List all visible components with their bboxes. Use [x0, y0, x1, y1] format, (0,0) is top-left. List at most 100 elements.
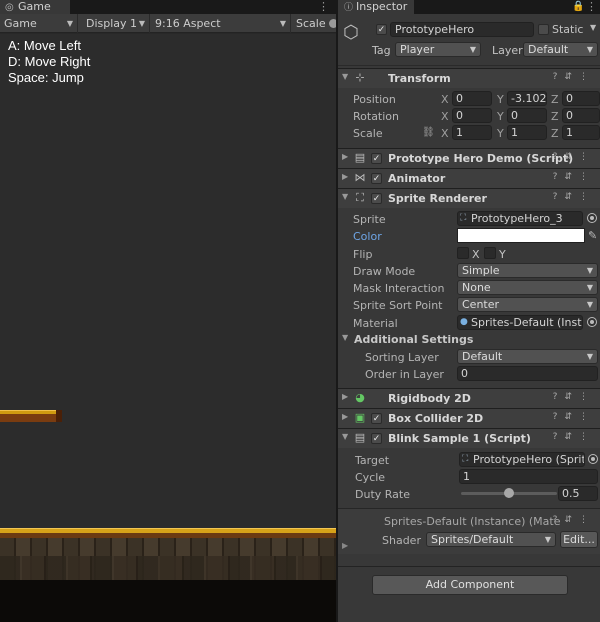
order-in-layer-label: Order in Layer: [365, 368, 444, 381]
sprite-renderer-enabled-checkbox[interactable]: ✓: [371, 193, 382, 204]
chevron-down-icon: ▼: [586, 266, 593, 275]
axis-y-label: Y: [497, 93, 504, 106]
foldout-closed-icon[interactable]: ▶: [342, 412, 348, 421]
static-checkbox[interactable]: [538, 24, 549, 35]
color-swatch[interactable]: [457, 228, 585, 243]
shader-dropdown[interactable]: Sprites/Default ▼: [426, 532, 556, 547]
foldout-open-icon[interactable]: ▼: [342, 432, 348, 441]
tab-inspector[interactable]: ⓘ Inspector: [338, 0, 414, 14]
component-header-icons[interactable]: ?⇵⋮: [553, 515, 595, 525]
object-picker-icon[interactable]: [587, 317, 597, 327]
chevron-down-icon: ▼: [469, 45, 476, 54]
object-picker-icon[interactable]: [587, 213, 597, 223]
scale-label: Scale: [296, 17, 326, 30]
rotation-x-field[interactable]: 0: [452, 108, 492, 123]
axis-x-label: X: [441, 127, 449, 140]
component-header-icons[interactable]: ?⇵⋮: [553, 72, 595, 82]
instructions-text: A: Move Left D: Move Right Space: Jump: [8, 38, 90, 86]
scale-label: Scale: [353, 127, 383, 140]
view-mode-dropdown[interactable]: Game ▼: [0, 14, 78, 33]
game-viewport[interactable]: A: Move Left D: Move Right Space: Jump: [0, 34, 336, 622]
shader-edit-button[interactable]: Edit...: [560, 531, 598, 548]
aspect-value: 9:16 Aspect: [155, 17, 221, 30]
foldout-closed-icon[interactable]: ▶: [342, 172, 348, 181]
component-header-icons[interactable]: ?⇵⋮: [553, 152, 595, 162]
sorting-layer-dropdown[interactable]: Default ▼: [457, 349, 598, 364]
component-header-icons[interactable]: ?⇵⋮: [553, 172, 595, 182]
order-in-layer-field[interactable]: 0: [457, 366, 598, 381]
blink-script-enabled-checkbox[interactable]: ✓: [371, 433, 382, 444]
chevron-down-icon: ▼: [586, 352, 593, 361]
transform-header[interactable]: ▼ ⊹ Transform ?⇵⋮: [338, 68, 600, 88]
active-checkbox[interactable]: ✓: [376, 24, 387, 35]
link-icon[interactable]: ⛓: [422, 127, 435, 138]
animator-enabled-checkbox[interactable]: ✓: [371, 173, 382, 184]
duty-rate-field[interactable]: 0.5: [558, 486, 598, 501]
foldout-open-icon[interactable]: ▼: [342, 72, 348, 81]
flip-x-checkbox[interactable]: [457, 247, 469, 259]
flip-y-checkbox[interactable]: [484, 247, 496, 259]
mask-interaction-dropdown[interactable]: None ▼: [457, 280, 598, 295]
foldout-open-icon[interactable]: ▼: [342, 192, 348, 201]
game-menu-icon[interactable]: ⋮: [318, 0, 329, 14]
rigidbody-title: Rigidbody 2D: [388, 392, 471, 405]
demo-script-header[interactable]: ▶ ▤ ✓ Prototype Hero Demo (Script) ?⇵⋮: [338, 148, 600, 168]
position-y-field[interactable]: -3.102: [507, 91, 547, 106]
duty-rate-slider-knob[interactable]: [504, 488, 514, 498]
sort-point-dropdown[interactable]: Center ▼: [457, 297, 598, 312]
tab-game[interactable]: ◎ Game: [0, 0, 70, 14]
animator-header[interactable]: ▶ ⋈ ✓ Animator ?⇵⋮: [338, 168, 600, 188]
rotation-y-field[interactable]: 0: [507, 108, 547, 123]
object-picker-icon[interactable]: [588, 454, 598, 464]
eyedropper-icon[interactable]: ✎: [588, 229, 597, 242]
shader-label: Shader: [382, 534, 421, 547]
sorting-layer-value: Default: [462, 350, 503, 363]
transform-title: Transform: [388, 72, 451, 85]
foldout-open-icon[interactable]: ▼: [342, 333, 348, 342]
scale-y-field[interactable]: 1: [507, 125, 547, 140]
script-icon: ▤: [354, 431, 366, 444]
rotation-label: Rotation: [353, 110, 400, 123]
tag-dropdown[interactable]: Player ▼: [395, 42, 481, 57]
box-collider-header[interactable]: ▶ ▣ ✓ Box Collider 2D ?⇵⋮: [338, 408, 600, 428]
material-field[interactable]: ● Sprites-Default (Instan: [457, 315, 583, 330]
static-label: Static: [552, 23, 584, 36]
target-field[interactable]: ⛶ PrototypeHero (Sprite R: [459, 452, 585, 467]
cycle-label: Cycle: [355, 471, 386, 484]
draw-mode-dropdown[interactable]: Simple ▼: [457, 263, 598, 278]
sprite-field[interactable]: ⛶ PrototypeHero_3: [457, 211, 583, 226]
component-header-icons[interactable]: ?⇵⋮: [553, 432, 595, 442]
display-dropdown[interactable]: Display 1 ▼: [82, 14, 150, 33]
scale-x-field[interactable]: 1: [452, 125, 492, 140]
component-header-icons[interactable]: ?⇵⋮: [553, 412, 595, 422]
material-preview-icon: [344, 523, 364, 543]
component-header-icons[interactable]: ?⇵⋮: [553, 192, 595, 202]
box-collider-enabled-checkbox[interactable]: ✓: [371, 413, 382, 424]
chevron-down-icon: ▼: [66, 19, 73, 28]
sorting-layer-label: Sorting Layer: [365, 351, 439, 364]
foldout-closed-icon[interactable]: ▶: [342, 541, 348, 550]
blink-script-header[interactable]: ▼ ▤ ✓ Blink Sample 1 (Script) ?⇵⋮: [338, 428, 600, 448]
object-name-field[interactable]: PrototypeHero: [390, 22, 534, 37]
inspector-menu-icon[interactable]: ⋮: [586, 0, 597, 14]
add-component-button[interactable]: Add Component: [372, 575, 568, 595]
foldout-closed-icon[interactable]: ▶: [342, 392, 348, 401]
rigidbody-header[interactable]: ▶ ◕ Rigidbody 2D ?⇵⋮: [338, 388, 600, 408]
sprite-renderer-header[interactable]: ▼ ⛶ ✓ Sprite Renderer ?⇵⋮: [338, 188, 600, 208]
lock-icon[interactable]: 🔒: [572, 1, 584, 13]
additional-settings-label: Additional Settings: [354, 333, 474, 346]
cycle-field[interactable]: 1: [459, 469, 598, 484]
chevron-down-icon[interactable]: ▼: [590, 23, 596, 32]
position-x-field[interactable]: 0: [452, 91, 492, 106]
chevron-down-icon: ▼: [586, 45, 593, 54]
aspect-dropdown[interactable]: 9:16 Aspect ▼: [151, 14, 291, 33]
tag-value: Player: [400, 43, 435, 56]
foldout-closed-icon[interactable]: ▶: [342, 152, 348, 161]
component-header-icons[interactable]: ?⇵⋮: [553, 392, 595, 402]
sprite-label: Sprite: [353, 213, 386, 226]
position-z-field[interactable]: 0: [562, 91, 600, 106]
layer-dropdown[interactable]: Default ▼: [523, 42, 598, 57]
demo-script-enabled-checkbox[interactable]: ✓: [371, 153, 382, 164]
rotation-z-field[interactable]: 0: [562, 108, 600, 123]
scale-z-field[interactable]: 1: [562, 125, 600, 140]
